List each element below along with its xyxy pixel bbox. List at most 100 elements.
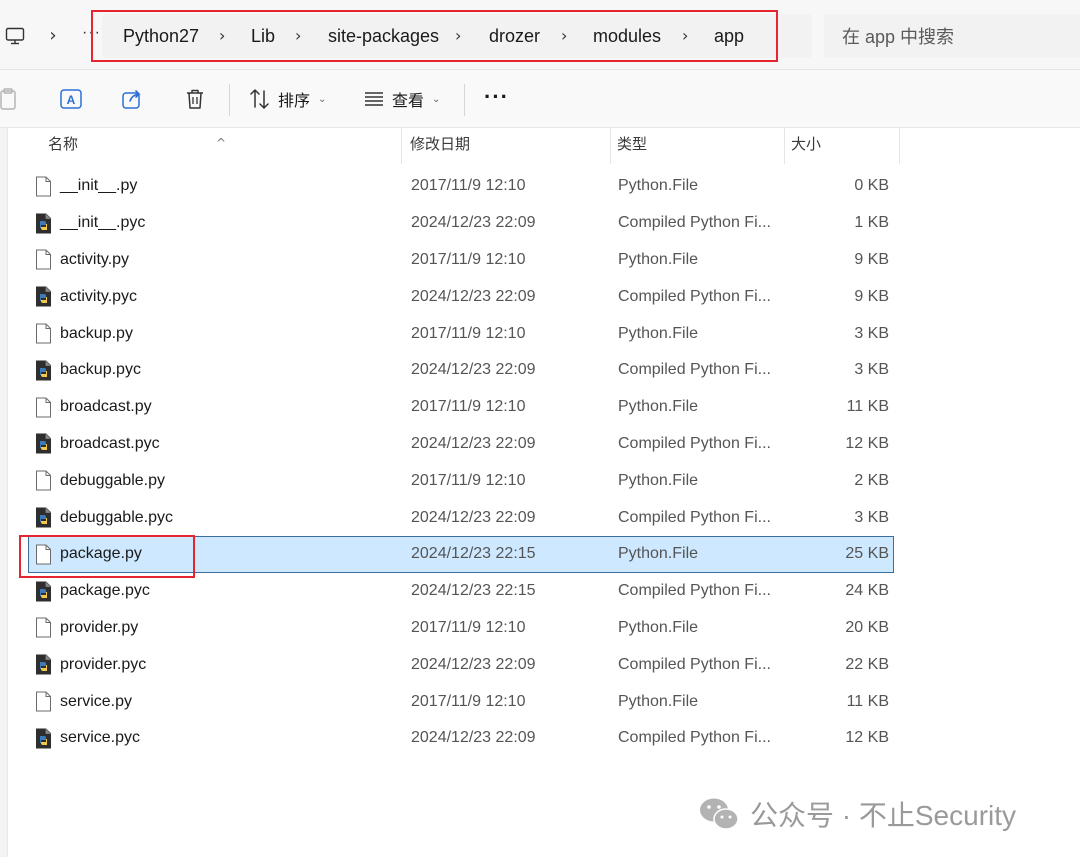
wechat-icon [700,798,739,830]
file-name: service.py [60,692,133,710]
file-name-cell[interactable]: __init__.pyc [35,206,145,241]
paste-icon[interactable] [0,86,24,112]
pyc-file-icon [35,360,52,381]
this-pc-icon[interactable] [5,26,25,46]
file-name-cell[interactable]: backup.py [35,316,133,351]
search-input[interactable]: 在 app 中搜索 [824,14,1080,58]
file-row[interactable]: package.pyc 2024/12/23 22:15 Compiled Pyth… [28,573,894,610]
sort-button[interactable]: 排序 ⌄ [248,84,326,114]
file-type: Compiled Python Fi... [618,434,771,452]
py-file-icon [35,249,52,270]
file-row[interactable]: __init__.pyc 2024/12/23 22:09 Compiled Pyt… [28,205,894,242]
file-size: 12 KB [845,729,889,747]
file-row[interactable]: activity.py 2017/11/9 12:10 Python.File 9 K… [28,242,894,279]
file-type: Python.File [618,398,699,416]
file-name-cell[interactable]: activity.py [35,243,129,278]
file-name: debuggable.py [60,471,165,489]
column-header-name[interactable]: 名称 ^ [44,128,402,164]
file-name: __init__.py [60,177,138,195]
file-name: broadcast.pyc [60,434,160,452]
file-row[interactable]: backup.pyc 2024/12/23 22:09 Compiled Pytho… [28,352,894,389]
file-date: 2017/11/9 12:10 [411,618,526,636]
file-row[interactable]: provider.py 2017/11/9 12:10 Python.File 20 … [28,610,894,647]
file-name-cell[interactable]: package.pyc [35,574,150,609]
column-header-size[interactable]: 大小 [787,128,900,164]
file-row[interactable]: service.py 2017/11/9 12:10 Python.File 11 K… [28,683,894,720]
pyc-file-icon [35,433,52,454]
py-file-icon [35,691,52,712]
file-type: Python.File [618,250,699,268]
file-name-cell[interactable]: provider.py [35,611,138,646]
file-date: 2017/11/9 12:10 [411,471,526,489]
file-row[interactable]: broadcast.pyc 2024/12/23 22:09 Compiled Py… [28,426,894,463]
file-type: Compiled Python Fi... [618,582,771,600]
file-row[interactable]: debuggable.py 2017/11/9 12:10 Python.File 2… [28,462,894,499]
file-name-cell[interactable]: broadcast.py [35,390,152,425]
file-highlight-box [19,535,195,578]
file-date: 2017/11/9 12:10 [411,250,526,268]
file-type: Compiled Python Fi... [618,508,771,526]
svg-text:A: A [67,93,76,107]
file-size: 11 KB [846,398,889,416]
file-type: Python.File [618,177,699,195]
chevron-right-icon[interactable]: › [44,25,62,47]
file-size: 11 KB [846,692,889,710]
column-header-name-label: 名称 [48,136,79,153]
column-header-type[interactable]: 类型 [613,128,785,164]
file-row[interactable]: service.pyc 2024/12/23 22:09 Compiled Pyth… [28,720,894,757]
sort-label: 排序 [278,93,311,110]
column-header-date[interactable]: 修改日期 [406,128,611,164]
file-size: 2 KB [854,471,889,489]
chevron-down-icon: ⌄ [432,93,441,105]
file-type: Python.File [618,324,699,342]
file-size: 9 KB [854,287,889,305]
file-date: 2024/12/23 22:09 [411,508,536,526]
file-size: 22 KB [845,655,889,673]
file-name: service.pyc [60,729,141,747]
file-row[interactable]: provider.pyc 2024/12/23 22:09 Compiled Pyt… [28,646,894,683]
view-label: 查看 [392,93,425,110]
file-name: __init__.pyc [60,214,146,232]
file-date: 2024/12/23 22:09 [411,729,536,747]
view-button[interactable]: 查看 ⌄ [362,84,440,114]
sort-ascending-icon: ^ [216,136,227,150]
file-row[interactable]: backup.py 2017/11/9 12:10 Python.File 3 KB [28,315,894,352]
file-size: 1 KB [854,214,889,232]
more-options-button[interactable]: ··· [484,86,509,108]
column-header-size-label: 大小 [791,136,822,153]
py-file-icon [35,617,52,638]
file-name-cell[interactable]: service.py [35,684,132,719]
file-name-cell[interactable]: __init__.py [35,169,137,204]
file-type: Python.File [618,692,699,710]
file-date: 2024/12/23 22:09 [411,434,536,452]
file-row[interactable]: activity.pyc 2024/12/23 22:09 Compiled Pyt… [28,278,894,315]
delete-icon[interactable] [182,86,208,112]
file-name-cell[interactable]: activity.pyc [35,279,137,314]
rename-icon[interactable]: A [58,86,84,112]
navigation-pane-edge[interactable] [0,128,8,857]
pyc-file-icon [35,581,52,602]
file-size: 20 KB [845,618,889,636]
file-date: 2024/12/23 22:09 [411,655,536,673]
file-name: provider.pyc [60,655,147,673]
file-name-cell[interactable]: provider.pyc [35,647,146,682]
column-header-type-label: 类型 [617,136,648,153]
file-name-cell[interactable]: debuggable.py [35,463,165,498]
file-name: broadcast.py [60,398,152,416]
file-name-cell[interactable]: backup.pyc [35,353,141,388]
file-name-cell[interactable]: broadcast.pyc [35,427,160,462]
file-type: Compiled Python Fi... [618,361,771,379]
file-name-cell[interactable]: service.pyc [35,721,140,756]
file-row[interactable]: debuggable.pyc 2024/12/23 22:09 Compiled P… [28,499,894,536]
py-file-icon [35,176,52,197]
file-date: 2024/12/23 22:09 [411,287,536,305]
file-row[interactable]: __init__.py 2017/11/9 12:10 Python.File 0 K… [28,168,894,205]
watermark-text: 公众号 · 不止Security [750,800,1017,831]
file-row[interactable]: broadcast.py 2017/11/9 12:10 Python.File 11… [28,389,894,426]
file-name-cell[interactable]: debuggable.pyc [35,500,173,535]
file-name: package.pyc [60,582,150,600]
file-date: 2017/11/9 12:10 [411,324,526,342]
breadcrumb-highlight-box [91,10,778,62]
share-icon[interactable] [120,86,146,112]
file-type: Python.File [618,471,699,489]
